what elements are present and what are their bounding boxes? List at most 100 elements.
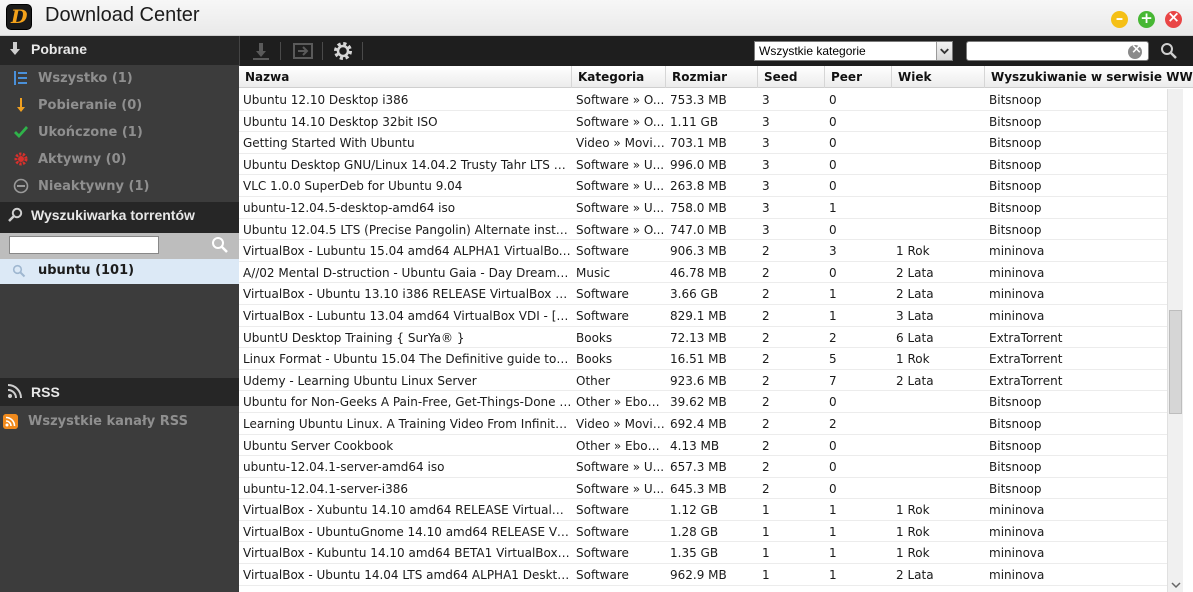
table-row[interactable]: VirtualBox - Lubuntu 13.04 amd64 Virtual… (239, 305, 1167, 327)
cell-peer: 5 (829, 352, 837, 367)
sidebar-item-downloading[interactable]: Pobieranie (0) (0, 92, 239, 119)
close-button[interactable] (1165, 8, 1182, 28)
cell-age (892, 219, 984, 240)
search-icon[interactable] (210, 236, 230, 254)
vertical-scrollbar[interactable] (1167, 89, 1183, 592)
table-row[interactable]: Ubuntu Desktop GNU/Linux 14.04.2 Trusty … (239, 154, 1167, 176)
table-row[interactable]: Learning Ubuntu Linux. A Training Video … (239, 413, 1167, 435)
column-header-size[interactable]: Rozmiar (666, 66, 758, 88)
cell-seed: 3 (762, 136, 770, 151)
torrent-search-input[interactable] (9, 236, 159, 254)
column-header-seed[interactable]: Seed (758, 66, 825, 88)
torrent-search-header[interactable]: Wyszukiwarka torrentów (0, 202, 239, 233)
table-row[interactable]: VirtualBox - Lubuntu 15.04 amd64 ALPHA1 … (239, 240, 1167, 262)
table-row[interactable]: VirtualBox - UbuntuGnome 14.10 amd64 REL… (239, 521, 1167, 543)
cell-age (892, 391, 984, 412)
table-row[interactable]: ubuntu-12.04.5-desktop-amd64 iso Software… (239, 197, 1167, 219)
cell-source: Bitsnoop (989, 416, 1042, 431)
cell-seed: 2 (762, 244, 770, 259)
cell-category: Software » U... (576, 200, 665, 215)
cell-age (892, 111, 984, 132)
sidebar-item-all[interactable]: Wszystko (1) (0, 65, 239, 92)
column-header-category[interactable]: Kategoria (572, 66, 666, 88)
rss-feed-icon (3, 414, 18, 429)
export-icon[interactable] (292, 40, 314, 62)
table-row[interactable]: VirtualBox - Xubuntu 14.10 amd64 RELEASE… (239, 499, 1167, 521)
table-row[interactable]: Ubuntu 14.10 Desktop 32bit ISO Software »… (239, 111, 1167, 133)
table-row[interactable]: Ubuntu for Non-Geeks A Pain-Free, Get-Th… (239, 391, 1167, 413)
cell-size: 72.13 MB (670, 330, 727, 345)
cell-size: 1.12 GB (670, 503, 719, 518)
cell-peer: 1 (829, 524, 837, 539)
cell-peer: 1 (829, 287, 837, 302)
logo-letter: D (11, 6, 28, 28)
table-row[interactable]: Ubuntu 12.10 Desktop i386 Software » O...… (239, 89, 1167, 111)
table-row[interactable]: Linux Format - Ubuntu 15.04 The Definiti… (239, 348, 1167, 370)
cell-size: 3.66 GB (670, 287, 719, 302)
cell-size: 46.78 MB (670, 265, 727, 280)
column-header-name[interactable]: Nazwa (239, 66, 572, 88)
minus-circle-icon (13, 178, 29, 194)
sidebar-item-label: Wszystko (1) (38, 71, 133, 86)
table-row[interactable]: VirtualBox - Kubuntu 14.10 amd64 BETA1 V… (239, 542, 1167, 565)
cell-category: Software (576, 287, 629, 302)
cell-size: 962.9 MB (670, 568, 727, 583)
table-row[interactable]: Ubuntu 12.04.5 LTS (Precise Pangolin) Al… (239, 219, 1167, 241)
cell-seed: 3 (762, 157, 770, 172)
cell-age (892, 89, 984, 110)
table-row[interactable]: Ubuntu Server Cookbook Other » Eboo... 4.1… (239, 435, 1167, 457)
cell-category: Software (576, 524, 629, 539)
cell-age: 1 Rok (896, 244, 930, 259)
sidebar-item-completed[interactable]: Ukończone (1) (0, 119, 239, 146)
search-icon[interactable] (1159, 41, 1179, 61)
table-row[interactable]: ubuntu-12.04.1-server-i386 Software » U..… (239, 478, 1167, 500)
cell-size: 996.0 MB (670, 157, 727, 172)
downloads-header[interactable]: Pobrane (0, 36, 239, 65)
cell-seed: 2 (762, 481, 770, 496)
cell-name: VirtualBox - Lubuntu 13.04 amd64 Virtual… (243, 308, 572, 323)
rss-all-feeds[interactable]: Wszystkie kanały RSS (0, 409, 239, 435)
cell-seed: 3 (762, 93, 770, 107)
sidebar-item-inactive[interactable]: Nieaktywny (1) (0, 173, 239, 200)
table-row[interactable]: Getting Started With Ubuntu Video » Movie… (239, 132, 1167, 154)
table-row[interactable]: VLC 1.0.0 SuperDeb for Ubuntu 9.04 Softwa… (239, 175, 1167, 197)
column-header-web-search[interactable]: Wyszukiwanie w serwisie WWW (985, 66, 1193, 88)
minimize-button[interactable] (1111, 9, 1128, 28)
cell-name: VirtualBox - Ubuntu 14.04 LTS amd64 ALPH… (243, 568, 572, 583)
cell-source: mininova (989, 503, 1045, 518)
cell-name: Linux Format - Ubuntu 15.04 The Definiti… (243, 352, 572, 367)
sidebar-item-active[interactable]: Aktywny (0) (0, 146, 239, 173)
table-row[interactable]: VirtualBox - Ubuntu 13.10 i386 RELEASE V… (239, 283, 1167, 305)
cell-size: 263.8 MB (670, 179, 727, 194)
scrollbar-thumb[interactable] (1169, 310, 1182, 414)
clear-icon[interactable] (1128, 42, 1142, 59)
scroll-down-arrow-icon[interactable] (1168, 580, 1184, 592)
cell-category: Software » U... (576, 157, 665, 172)
column-header-age[interactable]: Wiek (892, 66, 985, 88)
category-select[interactable]: Wszystkie kategorie (754, 41, 953, 61)
gear-icon (14, 152, 28, 166)
gear-icon[interactable] (332, 40, 354, 62)
chevron-down-icon[interactable] (936, 42, 952, 60)
maximize-button[interactable] (1138, 9, 1155, 28)
rss-header[interactable]: RSS (0, 378, 239, 406)
table-row[interactable]: VirtualBox - Ubuntu 14.04 LTS amd64 ALPH… (239, 564, 1167, 586)
table-row[interactable]: Udemy - Learning Ubuntu Linux Server Othe… (239, 370, 1167, 392)
search-input[interactable] (966, 41, 1149, 61)
search-result-item[interactable]: ubuntu (101) (0, 259, 239, 284)
cell-peer: 1 (829, 546, 837, 561)
column-header-peer[interactable]: Peer (825, 66, 892, 88)
cell-seed: 1 (762, 546, 770, 561)
table-row[interactable]: A//02 Mental D-struction - Ubuntu Gaia -… (239, 262, 1167, 284)
cell-age: 2 Lata (896, 568, 934, 583)
cell-age: 2 Lata (896, 373, 934, 388)
table-row[interactable]: UbuntU Desktop Training { SurYa® } Books 7… (239, 327, 1167, 349)
cell-size: 1.11 GB (670, 114, 719, 129)
cell-seed: 2 (762, 416, 770, 431)
table-row[interactable]: ubuntu-12.04.1-server-amd64 iso Software … (239, 456, 1167, 478)
cell-peer: 0 (829, 157, 837, 172)
cell-peer: 0 (829, 179, 837, 194)
cell-category: Software » U... (576, 481, 665, 496)
cell-name: Ubuntu 12.10 Desktop i386 (243, 93, 409, 107)
download-icon[interactable] (250, 40, 272, 62)
